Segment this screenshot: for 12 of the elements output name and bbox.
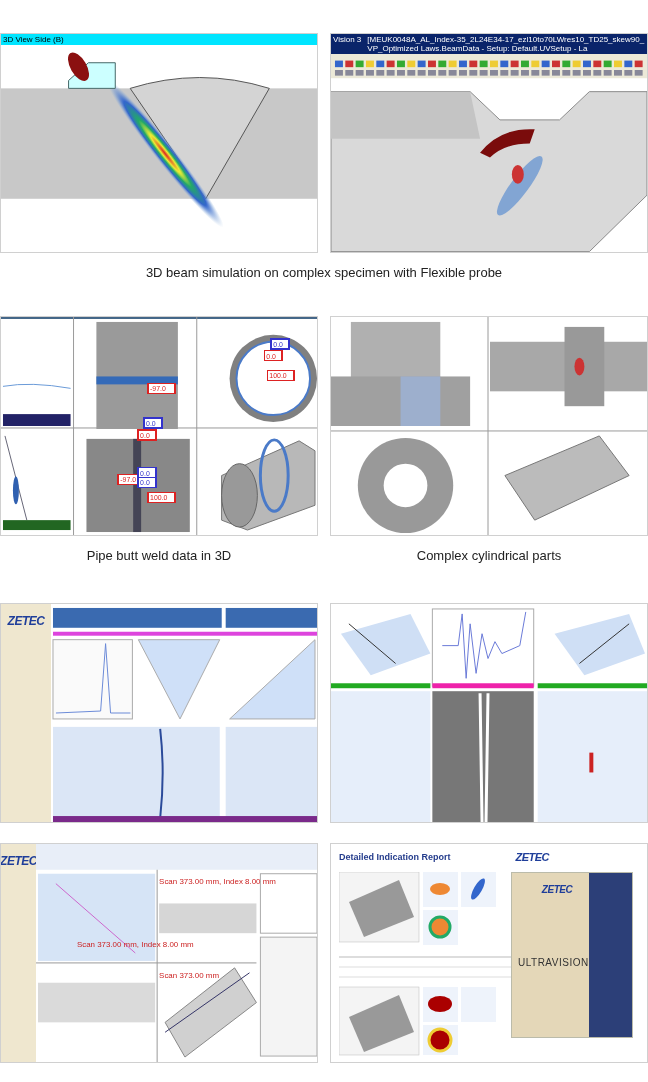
image-caption: Pipe butt weld data in 3D: [86, 548, 232, 563]
image-caption: Complex cylindrical parts: [416, 548, 562, 563]
report-title: Detailed Indication Report: [339, 852, 451, 862]
company-logo: ZETEC: [7, 614, 45, 628]
window-title: [MEUK0048A_AL_Index-35_2L24E34-17_ezl10to70LWres10_TD25_skew90_VP_Optimized Laws.BeamData - Setup: Default.UVSetup - La: [367, 35, 645, 54]
scan-view-drawing: [2, 383, 72, 426]
company-logo: ZETEC: [515, 850, 549, 864]
image-caption: 3D beam simulation on complex specimen with Flexible probe: [145, 265, 503, 280]
view-title: 3D View Side (B): [3, 35, 64, 44]
product-name: ULTRAVISION: [518, 957, 589, 968]
app-name: Vision 3: [333, 35, 362, 45]
box-logo: ZETEC: [541, 883, 573, 897]
